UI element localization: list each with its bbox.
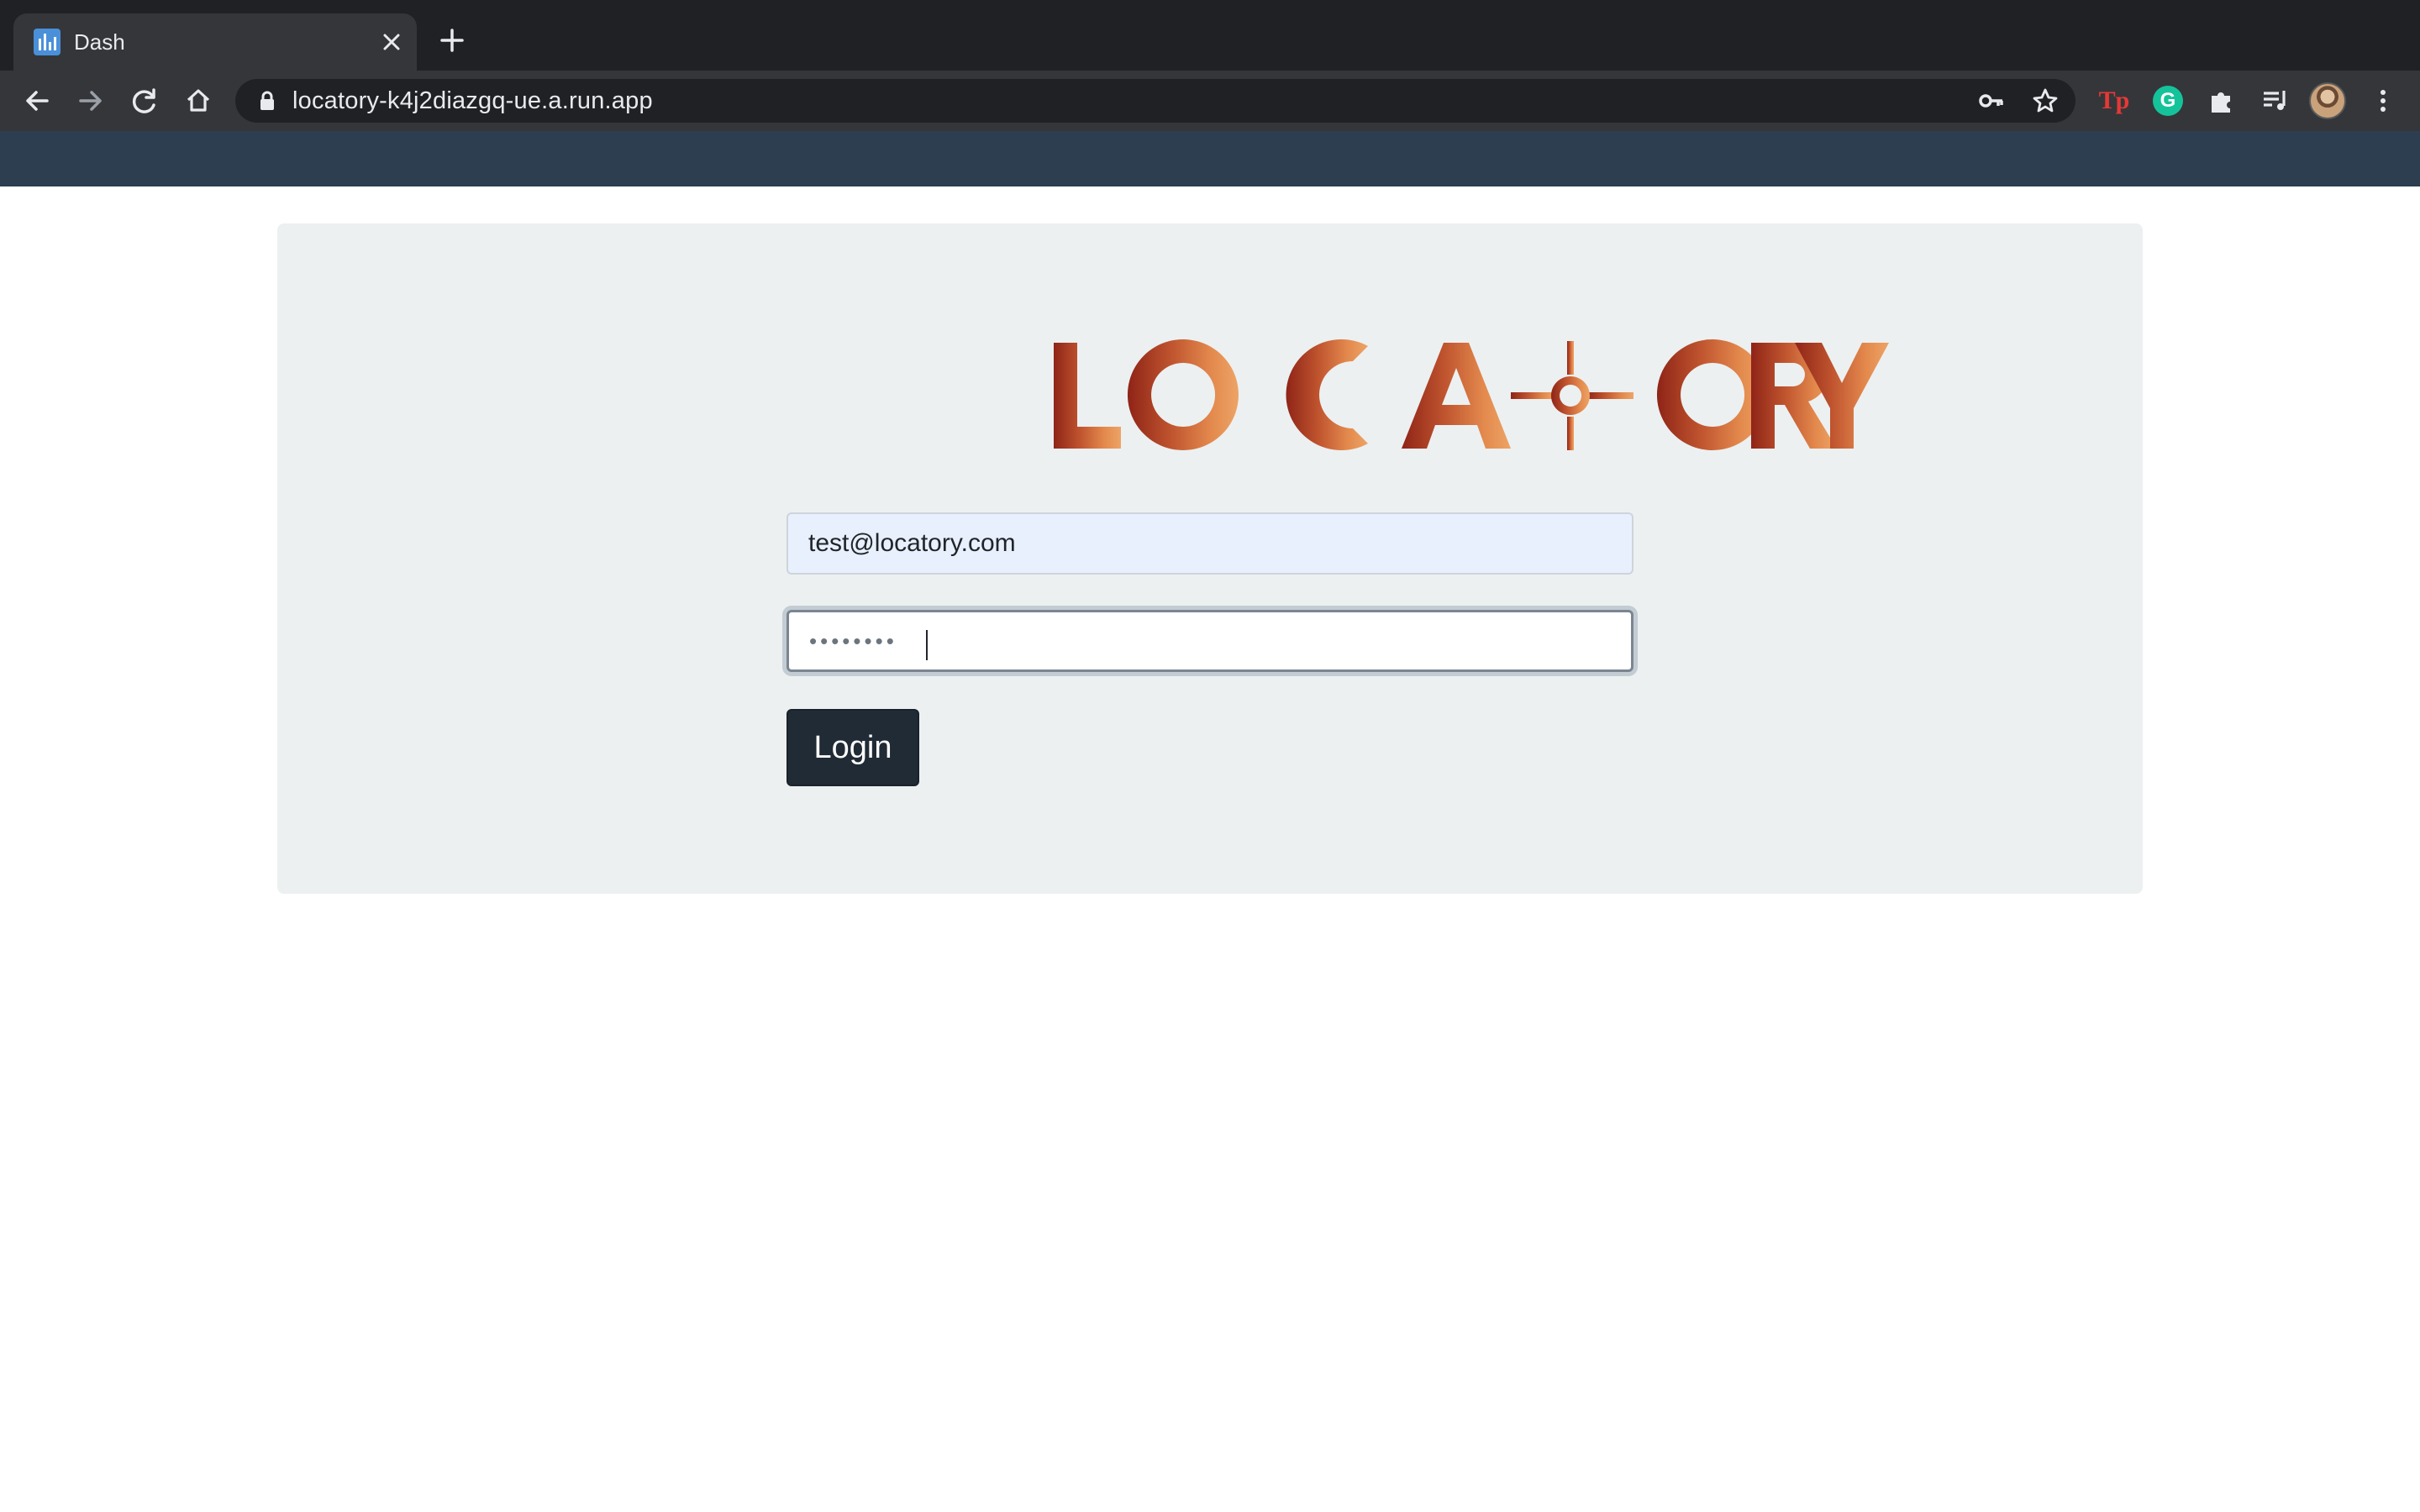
locatory-logo [1054, 339, 1889, 450]
close-icon[interactable] [375, 25, 408, 59]
back-arrow-icon[interactable] [18, 82, 55, 119]
key-icon[interactable] [1975, 84, 2008, 118]
browser-toolbar: locatory-k4j2diazgq-ue.a.run.app Tp G [0, 71, 2420, 131]
tp-extension-icon[interactable]: Tp [2097, 84, 2131, 118]
login-button[interactable]: Login [786, 709, 919, 786]
kebab-menu-icon[interactable] [2365, 82, 2402, 119]
browser-tabstrip: Dash [0, 0, 2420, 71]
forward-arrow-icon[interactable] [72, 82, 109, 119]
grammarly-icon[interactable]: G [2153, 86, 2183, 116]
reload-icon[interactable] [126, 82, 163, 119]
text-caret [926, 630, 928, 660]
star-icon[interactable] [2028, 84, 2062, 118]
tab-title: Dash [74, 29, 125, 55]
new-tab-icon[interactable] [435, 24, 469, 57]
app-header-bar [0, 131, 2420, 186]
url-text[interactable]: locatory-k4j2diazgq-ue.a.run.app [292, 87, 653, 114]
profile-avatar[interactable] [2309, 82, 2346, 119]
lock-icon [260, 91, 274, 110]
address-bar[interactable]: locatory-k4j2diazgq-ue.a.run.app [235, 79, 2075, 123]
email-field[interactable] [786, 512, 1634, 575]
media-control-icon[interactable] [2257, 82, 2294, 119]
dash-favicon [34, 29, 60, 55]
login-card: Login [277, 223, 2143, 894]
password-field[interactable] [786, 610, 1634, 672]
home-icon[interactable] [180, 82, 217, 119]
puzzle-icon[interactable] [2203, 82, 2240, 119]
browser-tab[interactable]: Dash [13, 13, 417, 71]
